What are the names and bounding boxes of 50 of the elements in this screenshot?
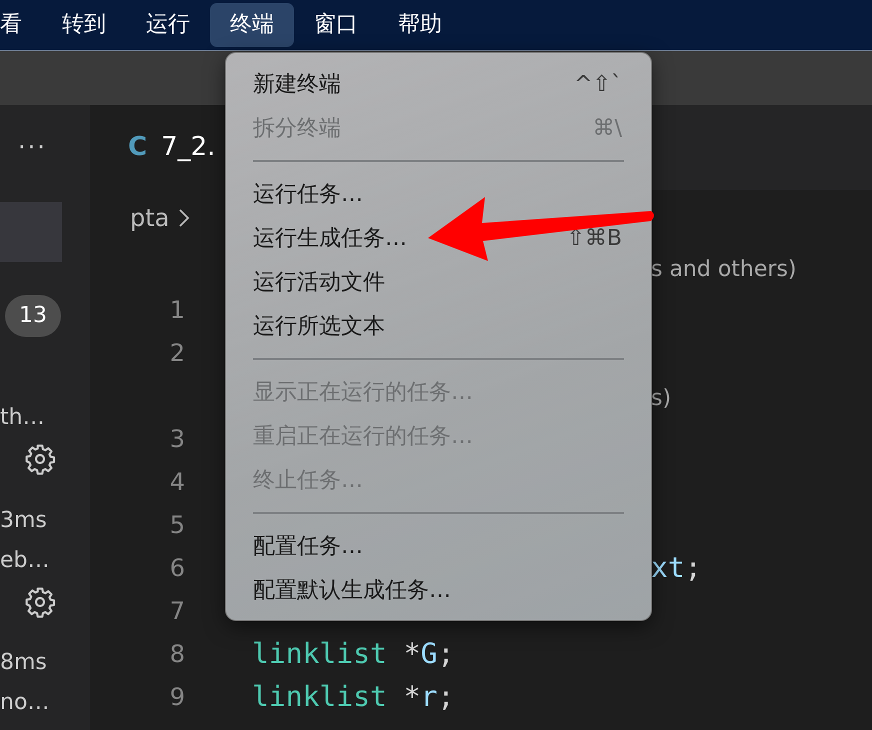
line-number: 8 xyxy=(170,640,185,668)
more-actions-icon[interactable]: ··· xyxy=(0,105,47,190)
breadcrumb-item[interactable]: pta xyxy=(130,200,170,236)
shortcut-text: ^⇧` xyxy=(574,70,622,98)
line-number: 9 xyxy=(170,682,185,710)
code-line: linklist *G; xyxy=(252,636,454,672)
settings-icon[interactable] xyxy=(24,443,56,475)
menu-item[interactable]: 配置任务… xyxy=(226,524,651,568)
list-item-text: 8ms xyxy=(0,650,48,676)
line-number: 5 xyxy=(170,510,185,538)
list-item-text: 3ms xyxy=(0,508,48,534)
count-badge: 13 xyxy=(5,295,61,337)
list-item-text: th… xyxy=(0,405,46,431)
menu-item-label: 运行任务… xyxy=(253,180,363,208)
menu-item-label: 新建终端 xyxy=(253,70,341,98)
settings-icon[interactable] xyxy=(24,586,56,618)
menu-bar-item[interactable]: 看 xyxy=(0,3,42,47)
menu-item-label: 运行活动文件 xyxy=(253,268,385,296)
shortcut-text: ⌘\ xyxy=(592,114,622,142)
menu-bar-item[interactable]: 帮助 xyxy=(378,3,462,47)
inline-hint: s and others) xyxy=(651,256,796,284)
menu-item-label: 配置默认生成任务… xyxy=(253,576,451,604)
tab-label: 7_2. xyxy=(161,131,216,164)
line-number: 7 xyxy=(170,596,185,624)
shortcut-text: ⇧⌘B xyxy=(566,224,622,252)
menu-item[interactable]: 配置默认生成任务… xyxy=(226,568,651,612)
inline-hint: s) xyxy=(651,384,672,412)
menu-bar-item[interactable]: 运行 xyxy=(126,3,210,47)
menu-item[interactable]: 运行活动文件 xyxy=(226,260,651,304)
menu-item-label: 拆分终端 xyxy=(253,114,341,142)
list-item-text: no… xyxy=(0,690,50,716)
menu-bar-item[interactable]: 转到 xyxy=(42,3,126,47)
code-line: linklist *r; xyxy=(252,678,454,714)
chevron-right-icon xyxy=(177,206,192,228)
line-number: 3 xyxy=(170,424,185,452)
list-item-text: eb… xyxy=(0,548,50,574)
code-line: xt; xyxy=(651,550,702,586)
menu-item-label: 运行所选文本 xyxy=(253,312,385,340)
line-number: 6 xyxy=(170,554,185,582)
menu-item-label: 显示正在运行的任务… xyxy=(253,378,473,406)
menu-bar-item[interactable]: 终端 xyxy=(210,3,294,47)
menu-item-label: 配置任务… xyxy=(253,532,363,560)
menu-item-label: 运行生成任务… xyxy=(253,224,407,252)
menu-item[interactable]: 运行所选文本 xyxy=(226,304,651,348)
line-number: 1 xyxy=(170,296,185,324)
line-number: 4 xyxy=(170,468,185,496)
line-number: 2 xyxy=(170,338,185,366)
c-file-icon: C xyxy=(128,128,148,167)
menu-item[interactable]: 运行生成任务… ⇧⌘B xyxy=(226,216,651,260)
menu-bar-item[interactable]: 窗口 xyxy=(294,3,378,47)
